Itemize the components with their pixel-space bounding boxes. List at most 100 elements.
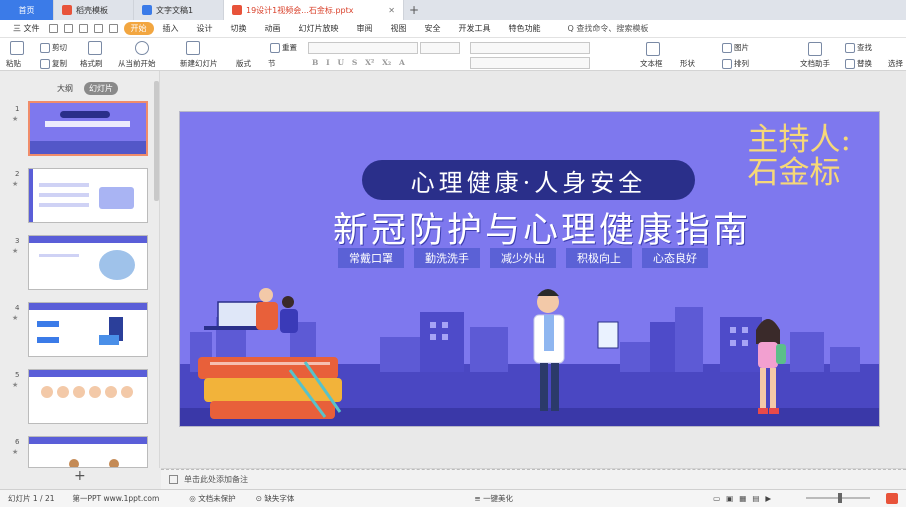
thumb-star-4: ★ (12, 314, 19, 322)
beautify-icon: ≡ (474, 494, 481, 503)
view-mode-icons[interactable]: ▭▣▦▤▶ (713, 494, 777, 503)
new-slide-button[interactable]: 新建幻灯片 (180, 58, 218, 69)
tab-home[interactable]: 首页 (0, 0, 54, 20)
reset-button[interactable]: 重置 (270, 42, 297, 53)
copy-icon (40, 58, 50, 69)
beautify-button[interactable]: ≡ 一键美化 (474, 493, 513, 504)
shape-button[interactable]: 形状 (680, 58, 695, 69)
presentation-icon (232, 5, 242, 15)
doc-protect-label: 文档未保护 (198, 494, 236, 503)
tab-presentation[interactable]: 19设计1视频会...石金标.pptx ✕ (224, 0, 404, 20)
align-tools[interactable] (470, 57, 590, 69)
menu-special[interactable]: 特色功能 (500, 23, 550, 34)
picture-icon (722, 42, 732, 53)
font-name-select[interactable] (308, 42, 418, 54)
menu-bar: 三 文件 开始 插入 设计 切换 动画 幻灯片放映 审阅 视图 安全 开发工具 … (0, 20, 906, 38)
play-icon (135, 41, 149, 55)
tab-docer-label: 稻壳模板 (76, 5, 108, 15)
export-icon[interactable] (63, 24, 73, 33)
menu-animation[interactable]: 动画 (256, 23, 290, 34)
menu-file[interactable]: 三 文件 (4, 23, 49, 34)
command-search[interactable]: Q 查找命令、搜索模板 (568, 23, 649, 34)
current-slide[interactable]: 主持人: 石金标 心理健康·人身安全 新冠防护与心理健康指南 常戴口罩 勤洗洗手… (179, 111, 880, 427)
theme-name: 第一PPT www.1ppt.com (72, 494, 160, 503)
zoom-slider-handle[interactable] (838, 493, 842, 503)
new-slide-icon (186, 41, 200, 55)
slide-thumbnail-5[interactable] (28, 369, 148, 424)
paste-button[interactable] (10, 41, 24, 55)
tab-outline[interactable]: 大纲 (52, 82, 78, 95)
thumb-star-1: ★ (12, 115, 19, 123)
picture-button[interactable]: 图片 (722, 42, 749, 53)
keyword-item: 心态良好 (642, 248, 708, 268)
keyword-list: 常戴口罩 勤洗洗手 减少外出 积极向上 心态良好 (338, 248, 708, 268)
thumb-number-4: 4 (15, 304, 20, 312)
textbox-button[interactable]: 文本框 (640, 58, 663, 69)
tab-writer-doc[interactable]: 文字文稿1 (134, 0, 224, 20)
layout-button[interactable]: 版式 (236, 58, 251, 69)
menu-home[interactable]: 开始 (123, 22, 154, 35)
redo-icon[interactable] (108, 24, 118, 33)
section-button[interactable]: 节 (268, 58, 276, 69)
select-button[interactable]: 选择 (888, 58, 903, 69)
keyword-item: 勤洗洗手 (414, 248, 480, 268)
doc-assist-button[interactable]: 文档助手 (800, 58, 830, 69)
find-button[interactable]: 查找 (845, 42, 872, 53)
font-warning-icon: ⊙ (255, 494, 262, 503)
menu-view[interactable]: 视图 (382, 23, 416, 34)
font-size-select[interactable] (420, 42, 460, 54)
menu-insert[interactable]: 插入 (154, 23, 188, 34)
tab-slides[interactable]: 幻灯片 (84, 82, 118, 95)
add-slide-button[interactable]: + (74, 468, 86, 484)
text-format-row[interactable]: B I U S X² X₂ A (312, 58, 405, 67)
missing-font-status[interactable]: ⊙ 缺失字体 (256, 493, 295, 504)
menu-slideshow[interactable]: 幻灯片放映 (290, 23, 348, 34)
keyword-item: 减少外出 (490, 248, 556, 268)
slide-thumbnail-4[interactable] (28, 302, 148, 357)
thumb-star-2: ★ (12, 180, 19, 188)
arrange-button[interactable]: 排列 (722, 58, 749, 69)
menu-transition[interactable]: 切换 (222, 23, 256, 34)
slide-thumbnail-pane: 大纲 幻灯片 1 ★ 2 ★ 3 ★ 4 ★ 5 ★ 6 ★ (0, 71, 160, 468)
thumb-star-5: ★ (12, 381, 19, 389)
save-icon[interactable] (48, 24, 58, 33)
menu-design[interactable]: 设计 (188, 23, 222, 34)
thumbnail-scrollbar[interactable] (154, 81, 159, 201)
new-tab-button[interactable]: + (404, 0, 424, 20)
host-name: 石金标 (747, 155, 841, 191)
from-current-button[interactable]: 从当前开始 (118, 58, 156, 69)
view-tabs: 大纲 幻灯片 (52, 82, 118, 95)
paragraph-tools[interactable] (470, 42, 590, 54)
copy-button[interactable]: 复制 (40, 58, 67, 69)
copy-label: 复制 (52, 59, 67, 68)
notes-pane[interactable]: 单击此处添加备注 (161, 468, 906, 489)
search-icon (845, 42, 855, 53)
picture-label: 图片 (734, 43, 749, 52)
slide-title: 新冠防护与心理健康指南 (332, 211, 751, 251)
missing-font-label: 缺失字体 (264, 494, 295, 503)
fit-window-icon[interactable] (886, 493, 898, 504)
replace-button[interactable]: 替换 (845, 58, 872, 69)
undo-icon[interactable] (93, 24, 103, 33)
thumb-star-6: ★ (12, 448, 19, 456)
menu-security[interactable]: 安全 (416, 23, 450, 34)
menu-developer[interactable]: 开发工具 (450, 23, 500, 34)
ribbon-toolbar: 粘贴 剪切 复制 格式刷 从当前开始 新建幻灯片 版式 节 重置 B I U S… (0, 38, 906, 71)
slide-thumbnail-6[interactable] (28, 436, 148, 468)
print-icon[interactable] (78, 24, 88, 33)
notes-divider (161, 469, 906, 470)
menu-review[interactable]: 审阅 (348, 23, 382, 34)
format-painter-button[interactable]: 格式刷 (80, 58, 103, 69)
arrange-label: 排列 (734, 59, 749, 68)
cut-button[interactable]: 剪切 (40, 42, 67, 53)
notes-placeholder: 单击此处添加备注 (184, 474, 248, 484)
tab-presentation-label: 19设计1视频会...石金标.pptx (246, 5, 354, 15)
doc-protect-status[interactable]: ◎ 文档未保护 (189, 493, 235, 504)
shield-icon: ◎ (189, 494, 196, 503)
slide-thumbnail-1[interactable] (28, 101, 148, 156)
format-painter-label: 格式刷 (80, 59, 103, 68)
slide-thumbnail-3[interactable] (28, 235, 148, 290)
tab-docer-templates[interactable]: 稻壳模板 (54, 0, 134, 20)
close-tab-icon[interactable]: ✕ (388, 6, 395, 15)
slide-thumbnail-2[interactable] (28, 168, 148, 223)
